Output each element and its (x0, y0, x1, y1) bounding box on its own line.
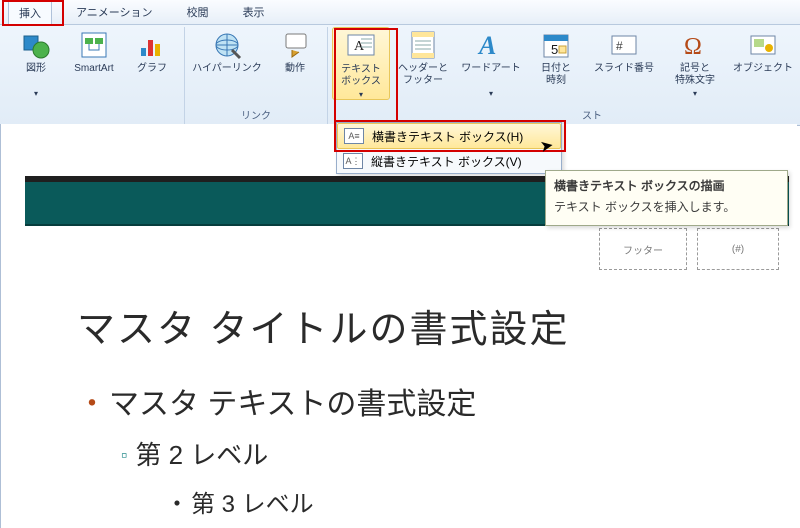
tab-view[interactable]: 表示 (233, 1, 275, 23)
horizontal-textbox-icon: A≡ (344, 128, 364, 144)
slidenumber-button[interactable]: # スライド番号 (586, 27, 662, 89)
shapes-label: 図形 (26, 63, 46, 89)
datetime-button[interactable]: 5 日付と 時刻 (528, 27, 584, 89)
vertical-textbox-icon: A⋮ (343, 153, 363, 169)
master-text-level1: マスタ テキストの書式設定 (77, 379, 781, 423)
slide-number-placeholder[interactable]: (#) (697, 228, 779, 270)
slide-number-placeholder-label: (#) (732, 244, 744, 255)
tab-strip: 挿入 アニメーション 校閲 表示 (0, 0, 800, 25)
action-icon (279, 29, 311, 61)
textbox-horizontal-item[interactable]: A≡ 横書きテキスト ボックス(H) (337, 123, 561, 149)
chart-icon (136, 29, 168, 61)
object-button[interactable]: オブジェクト (728, 27, 798, 89)
datetime-label: 日付と 時刻 (541, 63, 571, 89)
svg-text:5: 5 (551, 42, 558, 57)
textbox-vertical-item[interactable]: A⋮ 縦書きテキスト ボックス(V) (337, 149, 561, 173)
textbox-label: テキスト ボックス (341, 64, 381, 90)
svg-text:Ω: Ω (684, 34, 702, 60)
tab-insert[interactable]: 挿入 (8, 1, 52, 25)
symbol-icon: Ω (679, 29, 711, 61)
chevron-down-icon: ▾ (489, 89, 493, 98)
textbox-dropdown: A≡ 横書きテキスト ボックス(H) A⋮ 縦書きテキスト ボックス(V) (336, 122, 562, 174)
wordart-icon: A (475, 29, 507, 61)
ribbon-group-text: A テキスト ボックス ▾ ヘッダーと フッター A ワードアート ▾ (328, 27, 800, 125)
footer-placeholder-label: フッター (623, 242, 663, 257)
hyperlink-label: ハイパーリンク (192, 63, 262, 89)
symbol-button[interactable]: Ω 記号と 特殊文字 ▾ (664, 27, 726, 98)
master-text-level2: 第 2 レベル (121, 435, 781, 472)
tooltip-title: 横書きテキスト ボックスの描画 (554, 177, 779, 194)
group-label-illustrations (8, 109, 180, 125)
wordart-label: ワードアート (461, 63, 520, 89)
object-icon (747, 29, 779, 61)
hyperlink-icon (211, 29, 243, 61)
chevron-down-icon: ▾ (34, 89, 38, 98)
smartart-icon (78, 29, 110, 61)
textbox-vertical-label: 縦書きテキスト ボックス(V) (371, 153, 522, 170)
textbox-horizontal-label: 横書きテキスト ボックス(H) (372, 128, 523, 145)
ribbon: 図形 ▾ SmartArt グラフ (0, 25, 800, 126)
master-text-level3: 第 3 レベル (165, 484, 781, 519)
svg-text:#: # (616, 39, 623, 53)
header-footer-button[interactable]: ヘッダーと フッター (392, 27, 454, 89)
textbox-icon: A (345, 30, 377, 62)
shapes-icon (20, 29, 52, 61)
chart-button[interactable]: グラフ (124, 27, 180, 89)
shapes-button[interactable]: 図形 ▾ (8, 27, 64, 98)
chevron-down-icon: ▾ (359, 90, 363, 99)
tab-review[interactable]: 校閲 (177, 1, 219, 23)
tab-animation[interactable]: アニメーション (66, 1, 163, 23)
ribbon-group-links: ハイパーリンク 動作 リンク (185, 27, 328, 125)
header-footer-icon (407, 29, 439, 61)
hyperlink-button[interactable]: ハイパーリンク (189, 27, 265, 89)
footer-placeholder[interactable]: フッター (599, 228, 687, 270)
header-footer-label: ヘッダーと フッター (398, 63, 448, 89)
master-title-text: マスタ タイトルの書式設定 (77, 298, 781, 353)
smartart-button[interactable]: SmartArt (66, 27, 122, 89)
action-button[interactable]: 動作 (267, 27, 323, 89)
slidenumber-label: スライド番号 (594, 63, 654, 89)
ribbon-group-illustrations: 図形 ▾ SmartArt グラフ (4, 27, 185, 125)
symbol-label: 記号と 特殊文字 (675, 63, 715, 89)
slidenumber-icon: # (608, 29, 640, 61)
wordart-button[interactable]: A ワードアート ▾ (456, 27, 526, 98)
smartart-label: SmartArt (74, 63, 113, 89)
chevron-down-icon: ▾ (693, 89, 697, 98)
tooltip-body: テキスト ボックスを挿入します。 (554, 198, 779, 215)
datetime-icon: 5 (540, 29, 572, 61)
svg-text:A: A (477, 31, 496, 60)
chart-label: グラフ (137, 63, 167, 89)
action-label: 動作 (285, 63, 305, 89)
tooltip: 横書きテキスト ボックスの描画 テキスト ボックスを挿入します。 (545, 170, 788, 226)
object-label: オブジェクト (733, 63, 793, 89)
slide-body[interactable]: マスタ タイトルの書式設定 マスタ テキストの書式設定 第 2 レベル 第 3 … (77, 298, 781, 528)
group-label-links: リンク (189, 105, 323, 125)
textbox-button[interactable]: A テキスト ボックス ▾ (332, 27, 390, 100)
